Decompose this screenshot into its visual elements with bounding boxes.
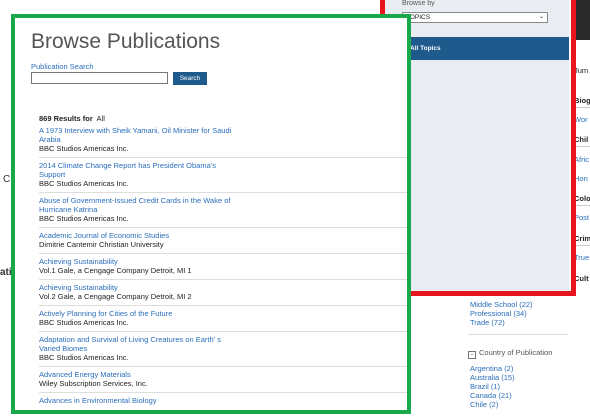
section-link[interactable]: True xyxy=(574,253,589,262)
browse-by-label: Browse by xyxy=(402,0,435,7)
publisher-text: Dimitrie Cantemir Christian University xyxy=(39,240,164,249)
divider xyxy=(574,146,590,147)
facet-link[interactable]: Australia (15) xyxy=(470,373,515,382)
header-image xyxy=(575,0,590,40)
background-fragment: C xyxy=(3,174,11,185)
results-count: 869 Results for xyxy=(39,114,93,123)
publisher-text: Wiley Subscription Services, Inc. xyxy=(39,379,148,388)
section-link[interactable]: Afric xyxy=(574,155,589,164)
list-item: Adaptation and Survival of Living Creatu… xyxy=(39,332,407,367)
list-item: Academic Journal of Economic Studies Dim… xyxy=(39,228,407,254)
publisher-text: BBC Studios Americas Inc. xyxy=(39,144,129,153)
facet-link[interactable]: Argentina (2) xyxy=(470,364,515,373)
results-summary: 869 Results for All xyxy=(39,114,105,123)
browse-by-select[interactable]: TOPICS ⌄ xyxy=(402,12,548,23)
section-header: Chil xyxy=(574,135,589,144)
intro-text: Jum xyxy=(574,66,589,75)
publication-link[interactable]: Actively Planning for Cities of the Futu… xyxy=(39,309,239,318)
publisher-text: Vol.2 Gale, a Cengage Company Detroit, M… xyxy=(39,292,192,301)
browse-publications-panel: Browse Publications Publication Search S… xyxy=(11,14,411,414)
browse-sidebar: Browse by TOPICS ⌄ All Topics xyxy=(385,0,569,291)
facet-link[interactable]: Canada (21) xyxy=(470,391,515,400)
list-item: Achieving Sustainability Vol.2 Gale, a C… xyxy=(39,280,407,306)
publication-link[interactable]: Achieving Sustainability xyxy=(39,257,239,266)
section-header: Cult xyxy=(574,274,589,283)
section-link[interactable]: Wor xyxy=(574,115,588,124)
country-facet-header[interactable]: − Country of Publication xyxy=(468,348,553,359)
publisher-text: BBC Studios Americas Inc. xyxy=(39,179,129,188)
country-facet-label: Country of Publication xyxy=(479,348,553,357)
collapse-icon[interactable]: − xyxy=(468,351,476,359)
publication-link[interactable]: Advanced Energy Materials xyxy=(39,370,239,379)
facet-link[interactable]: Middle School (22) xyxy=(470,300,533,309)
publisher-text: BBC Studios Americas Inc. xyxy=(39,318,129,327)
divider xyxy=(574,245,590,246)
publisher-text: Vol.1 Gale, a Cengage Company Detroit, M… xyxy=(39,266,192,275)
facet-link[interactable]: Trade (72) xyxy=(470,318,533,327)
publication-link[interactable]: Adaptation and Survival of Living Creatu… xyxy=(39,335,239,353)
section-header: Crim xyxy=(574,234,590,243)
results-query: All xyxy=(96,114,105,123)
list-item: A 1973 Interview with Sheik Yamani, Oil … xyxy=(39,123,407,158)
list-item: Advances in Environmental Biology xyxy=(39,393,407,409)
publisher-text: BBC Studios Americas Inc. xyxy=(39,214,129,223)
country-facet-list: Argentina (2) Australia (15) Brazil (1) … xyxy=(470,364,515,409)
section-link[interactable]: Hon xyxy=(574,174,588,183)
list-item: Abuse of Government-Issued Credit Cards … xyxy=(39,193,407,228)
publication-link[interactable]: 2014 Climate Change Report has President… xyxy=(39,161,239,179)
list-item: Achieving Sustainability Vol.1 Gale, a C… xyxy=(39,254,407,280)
section-header: Colo xyxy=(574,194,590,203)
section-header: Biog xyxy=(574,96,590,105)
publication-link[interactable]: A 1973 Interview with Sheik Yamani, Oil … xyxy=(39,126,239,144)
facet-divider xyxy=(468,334,568,335)
publisher-text: BBC Studios Americas Inc. xyxy=(39,353,129,362)
search-button[interactable]: Search xyxy=(173,72,207,85)
publication-list: A 1973 Interview with Sheik Yamani, Oil … xyxy=(39,123,407,409)
list-item: 2014 Climate Change Report has President… xyxy=(39,158,407,193)
search-label: Publication Search xyxy=(31,62,94,71)
facet-link[interactable]: Chile (2) xyxy=(470,400,515,409)
facet-link[interactable]: Brazil (1) xyxy=(470,382,515,391)
section-link[interactable]: Post xyxy=(574,213,589,222)
list-item: Advanced Energy Materials Wiley Subscrip… xyxy=(39,367,407,393)
publication-link[interactable]: Achieving Sustainability xyxy=(39,283,239,292)
publication-link[interactable]: Advances in Environmental Biology xyxy=(39,396,239,405)
list-item: Actively Planning for Cities of the Futu… xyxy=(39,306,407,332)
chevron-down-icon: ⌄ xyxy=(538,14,544,20)
page-title: Browse Publications xyxy=(31,30,221,53)
divider xyxy=(574,107,590,108)
publication-link[interactable]: Academic Journal of Economic Studies xyxy=(39,231,239,240)
divider xyxy=(574,205,590,206)
all-topics-item[interactable]: All Topics xyxy=(391,37,569,60)
audience-facet-list: Middle School (22) Professional (34) Tra… xyxy=(470,300,533,327)
publication-link[interactable]: Abuse of Government-Issued Credit Cards … xyxy=(39,196,239,214)
search-input[interactable] xyxy=(31,72,168,84)
facet-link[interactable]: Professional (34) xyxy=(470,309,533,318)
